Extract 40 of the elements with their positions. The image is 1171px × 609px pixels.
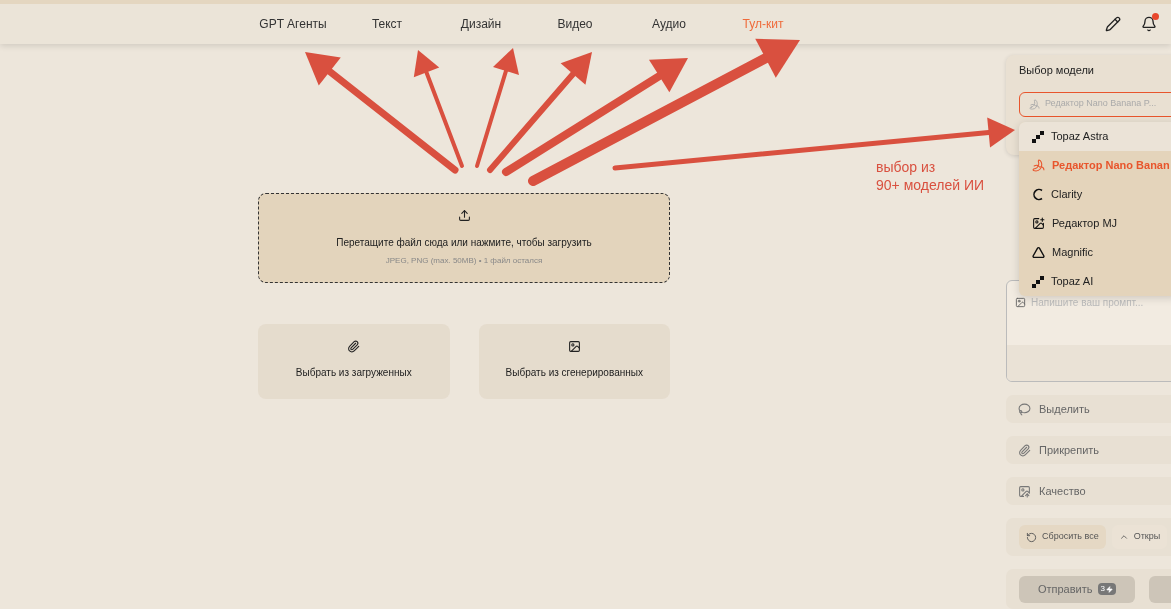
option-button[interactable]: Качество — [1006, 477, 1171, 505]
triangle-icon — [1032, 246, 1045, 259]
lasso-icon — [1018, 402, 1031, 416]
image-plus-icon — [1032, 217, 1045, 230]
nav-tab[interactable]: GPT Агенты — [246, 15, 340, 33]
notification-bell-icon[interactable] — [1141, 16, 1157, 32]
source-card[interactable]: Выбрать из загруженных — [258, 324, 450, 399]
cost-badge: 3 — [1097, 583, 1116, 595]
option-button[interactable]: Прикрепить — [1006, 436, 1171, 464]
banana-icon — [1029, 98, 1040, 110]
image-icon — [1015, 297, 1026, 308]
pixel-steps-icon — [1032, 275, 1044, 288]
reset-icon — [1026, 531, 1037, 543]
model-option[interactable]: Magnific — [1019, 238, 1171, 267]
upload-instruction: Перетащите файл сюда или нажмите, чтобы загрузить — [336, 236, 592, 250]
annotation-text: выбор из 90+ моделей ИИ — [876, 158, 985, 194]
nav-tab[interactable]: Видео — [528, 15, 622, 33]
pixel-steps-icon — [1032, 130, 1044, 143]
paperclip-icon — [347, 340, 361, 353]
send-button[interactable]: Отправить 3 — [1019, 575, 1135, 603]
option-button[interactable]: Выделить — [1006, 395, 1171, 423]
arc-icon — [1032, 188, 1044, 201]
image-icon — [1018, 484, 1031, 498]
paperclip-icon — [1018, 443, 1031, 457]
model-label: Выбор модели — [1019, 63, 1095, 78]
model-option[interactable]: Topaz Astra — [1019, 122, 1171, 151]
upload-dropzone[interactable]: Перетащите файл сюда или нажмите, чтобы загрузить JPEG, PNG (max. 50MB) • 1 файл остался — [258, 193, 670, 283]
edit-icon[interactable] — [1105, 16, 1121, 32]
nav-tab[interactable]: Дизайн — [434, 15, 528, 33]
chevron-up-icon — [1118, 532, 1129, 542]
upload-icon — [457, 209, 471, 222]
banana-icon — [1032, 159, 1045, 172]
upload-hint: JPEG, PNG (max. 50MB) • 1 файл остался — [385, 255, 543, 267]
model-option[interactable]: Clarity — [1019, 180, 1171, 209]
image-icon — [567, 340, 581, 353]
nav-tab[interactable]: Аудио — [622, 15, 716, 33]
source-card[interactable]: Выбрать из сгенерированных — [478, 324, 670, 399]
reset-button[interactable]: Сбросить все — [1019, 525, 1106, 549]
nav-tab[interactable]: Текст — [340, 15, 434, 33]
model-option[interactable]: Редактор MJ — [1019, 209, 1171, 238]
